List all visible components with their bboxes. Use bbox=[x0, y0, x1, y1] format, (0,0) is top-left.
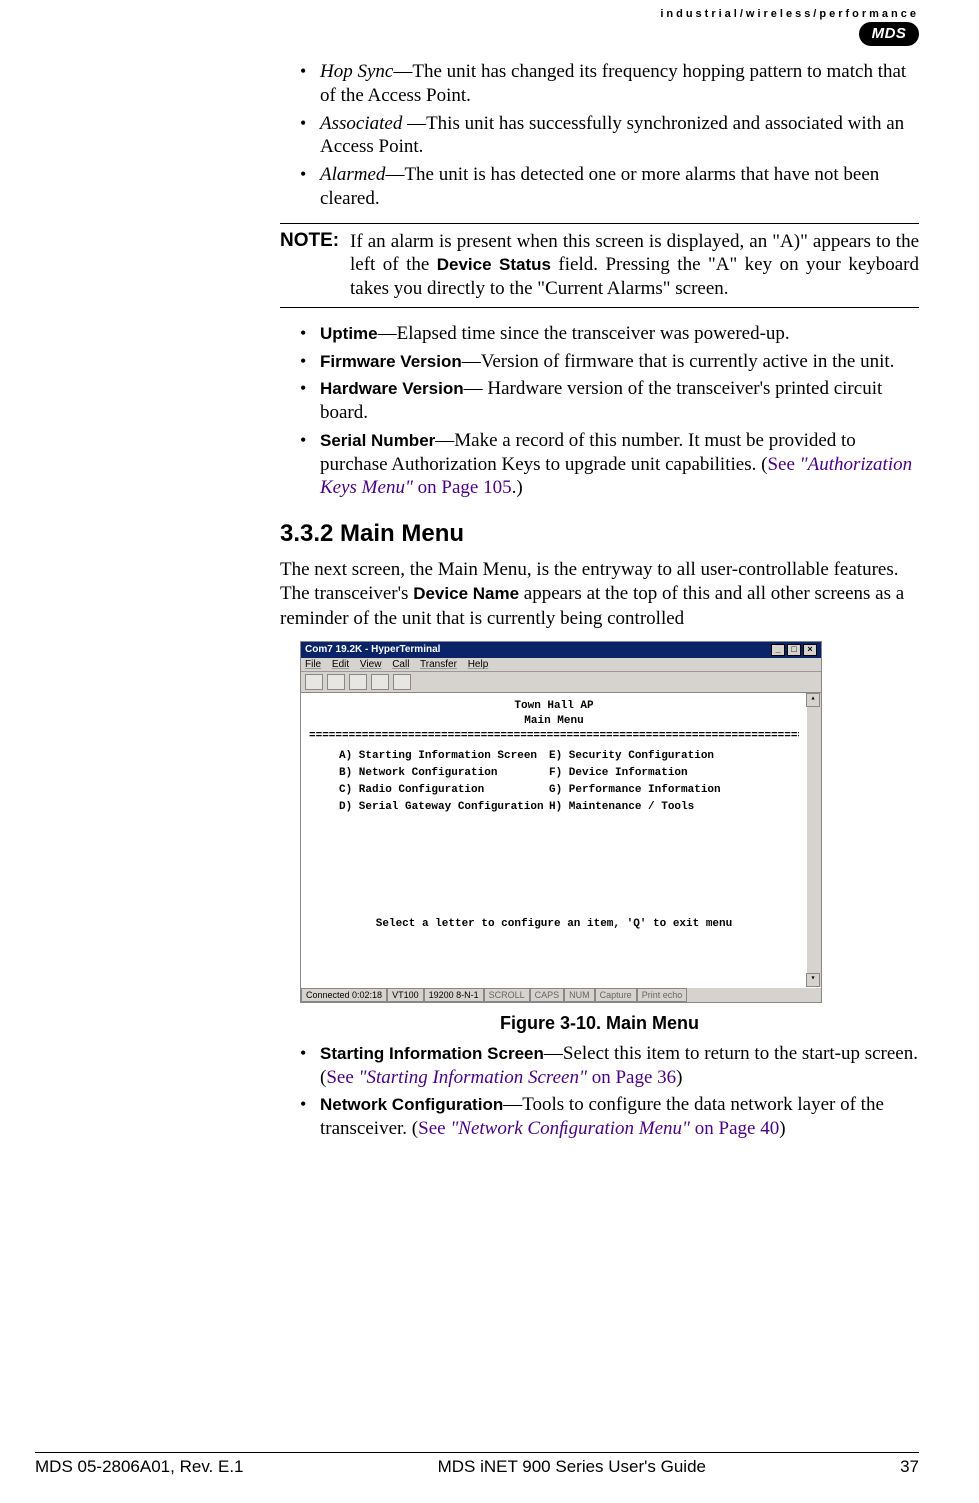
status-printecho: Print echo bbox=[637, 988, 688, 1002]
status-definitions-list: Hop Sync—The unit has changed its freque… bbox=[280, 60, 919, 211]
list-item: Associated —This unit has successfully s… bbox=[280, 112, 919, 160]
toolbar-button[interactable] bbox=[371, 674, 389, 690]
menu-option-h: H) Maintenance / Tools bbox=[549, 800, 759, 815]
window-title-bar: Com7 19.2K - HyperTerminal _ □ × bbox=[301, 642, 821, 658]
divider: ========================================… bbox=[309, 729, 799, 744]
toolbar-button[interactable] bbox=[349, 674, 367, 690]
footer-doc-title: MDS iNET 900 Series User's Guide bbox=[438, 1457, 706, 1477]
cross-ref-link[interactable]: See "Network Conﬁguration Menu" on Page … bbox=[418, 1118, 779, 1139]
footer-doc-id: MDS 05-2806A01, Rev. E.1 bbox=[35, 1457, 244, 1477]
menu-option-f: F) Device Information bbox=[549, 766, 759, 781]
status-emulation: VT100 bbox=[387, 988, 424, 1002]
menu-help[interactable]: Help bbox=[468, 659, 489, 670]
menu-option-a: A) Starting Information Screen bbox=[339, 749, 549, 764]
maximize-icon[interactable]: □ bbox=[787, 644, 801, 656]
menu-bar: File Edit View Call Transfer Help bbox=[301, 658, 821, 672]
menu-transfer[interactable]: Transfer bbox=[420, 659, 457, 670]
menu-option-e: E) Security Configuration bbox=[549, 749, 759, 764]
page-header: industrial/wireless/performance MDS bbox=[660, 8, 919, 46]
menu-file[interactable]: File bbox=[305, 659, 321, 670]
note-label: NOTE: bbox=[280, 230, 350, 301]
menu-item-descriptions: Starting Information Screen—Select this … bbox=[280, 1042, 919, 1141]
list-item: Hardware Version— Hardware version of th… bbox=[280, 377, 919, 425]
toolbar-button[interactable] bbox=[327, 674, 345, 690]
prompt-text: Select a letter to configure an item, 'Q… bbox=[309, 917, 799, 932]
field-definitions-list: Uptime—Elapsed time since the transceive… bbox=[280, 322, 919, 500]
menu-option-c: C) Radio Configuration bbox=[339, 783, 549, 798]
list-item: Serial Number—Make a record of this numb… bbox=[280, 429, 919, 500]
menu-edit[interactable]: Edit bbox=[332, 659, 349, 670]
scroll-down-icon[interactable]: ▾ bbox=[806, 973, 820, 987]
note-body: If an alarm is present when this screen … bbox=[350, 230, 919, 301]
note-block: NOTE: If an alarm is present when this s… bbox=[280, 223, 919, 308]
menu-title: Main Menu bbox=[309, 714, 799, 729]
status-baud: 19200 8-N-1 bbox=[424, 988, 484, 1002]
status-capture: Capture bbox=[595, 988, 637, 1002]
list-item: Firmware Version—Version of firmware tha… bbox=[280, 350, 919, 374]
body-paragraph: The next screen, the Main Menu, is the e… bbox=[280, 558, 919, 631]
list-item: Starting Information Screen—Select this … bbox=[280, 1042, 919, 1090]
cross-ref-link[interactable]: See "Starting Information Screen" on Pag… bbox=[326, 1067, 676, 1088]
status-caps: CAPS bbox=[530, 988, 565, 1002]
menu-option-g: G) Performance Information bbox=[549, 783, 759, 798]
mds-logo: MDS bbox=[859, 22, 919, 46]
page-footer: MDS 05-2806A01, Rev. E.1 MDS iNET 900 Se… bbox=[35, 1452, 919, 1477]
device-name: Town Hall AP bbox=[309, 699, 799, 714]
list-item: Hop Sync—The unit has changed its freque… bbox=[280, 60, 919, 108]
hyperterminal-window: Com7 19.2K - HyperTerminal _ □ × File Ed… bbox=[300, 641, 822, 1003]
section-heading: 3.3.2 Main Menu bbox=[280, 520, 919, 548]
footer-page-number: 37 bbox=[900, 1457, 919, 1477]
list-item: Network Configuration—Tools to configure… bbox=[280, 1093, 919, 1141]
minimize-icon[interactable]: _ bbox=[771, 644, 785, 656]
status-scroll: SCROLL bbox=[484, 988, 530, 1002]
terminal-content: ▴ ▾ Town Hall AP Main Menu =============… bbox=[301, 693, 821, 987]
status-num: NUM bbox=[564, 988, 595, 1002]
status-bar: Connected 0:02:18 VT100 19200 8-N-1 SCRO… bbox=[301, 987, 821, 1002]
toolbar-button[interactable] bbox=[393, 674, 411, 690]
status-connected: Connected 0:02:18 bbox=[301, 988, 387, 1002]
list-item: Uptime—Elapsed time since the transceive… bbox=[280, 322, 919, 346]
window-title: Com7 19.2K - HyperTerminal bbox=[305, 644, 440, 655]
list-item: Alarmed—The unit is has detected one or … bbox=[280, 163, 919, 211]
figure-caption: Figure 3-10. Main Menu bbox=[280, 1013, 919, 1034]
scroll-up-icon[interactable]: ▴ bbox=[806, 693, 820, 707]
menu-option-d: D) Serial Gateway Configuration bbox=[339, 800, 549, 815]
menu-call[interactable]: Call bbox=[392, 659, 409, 670]
menu-option-b: B) Network Configuration bbox=[339, 766, 549, 781]
menu-view[interactable]: View bbox=[360, 659, 382, 670]
toolbar-button[interactable] bbox=[305, 674, 323, 690]
close-icon[interactable]: × bbox=[803, 644, 817, 656]
tool-bar bbox=[301, 672, 821, 693]
tagline: industrial/wireless/performance bbox=[660, 8, 919, 20]
